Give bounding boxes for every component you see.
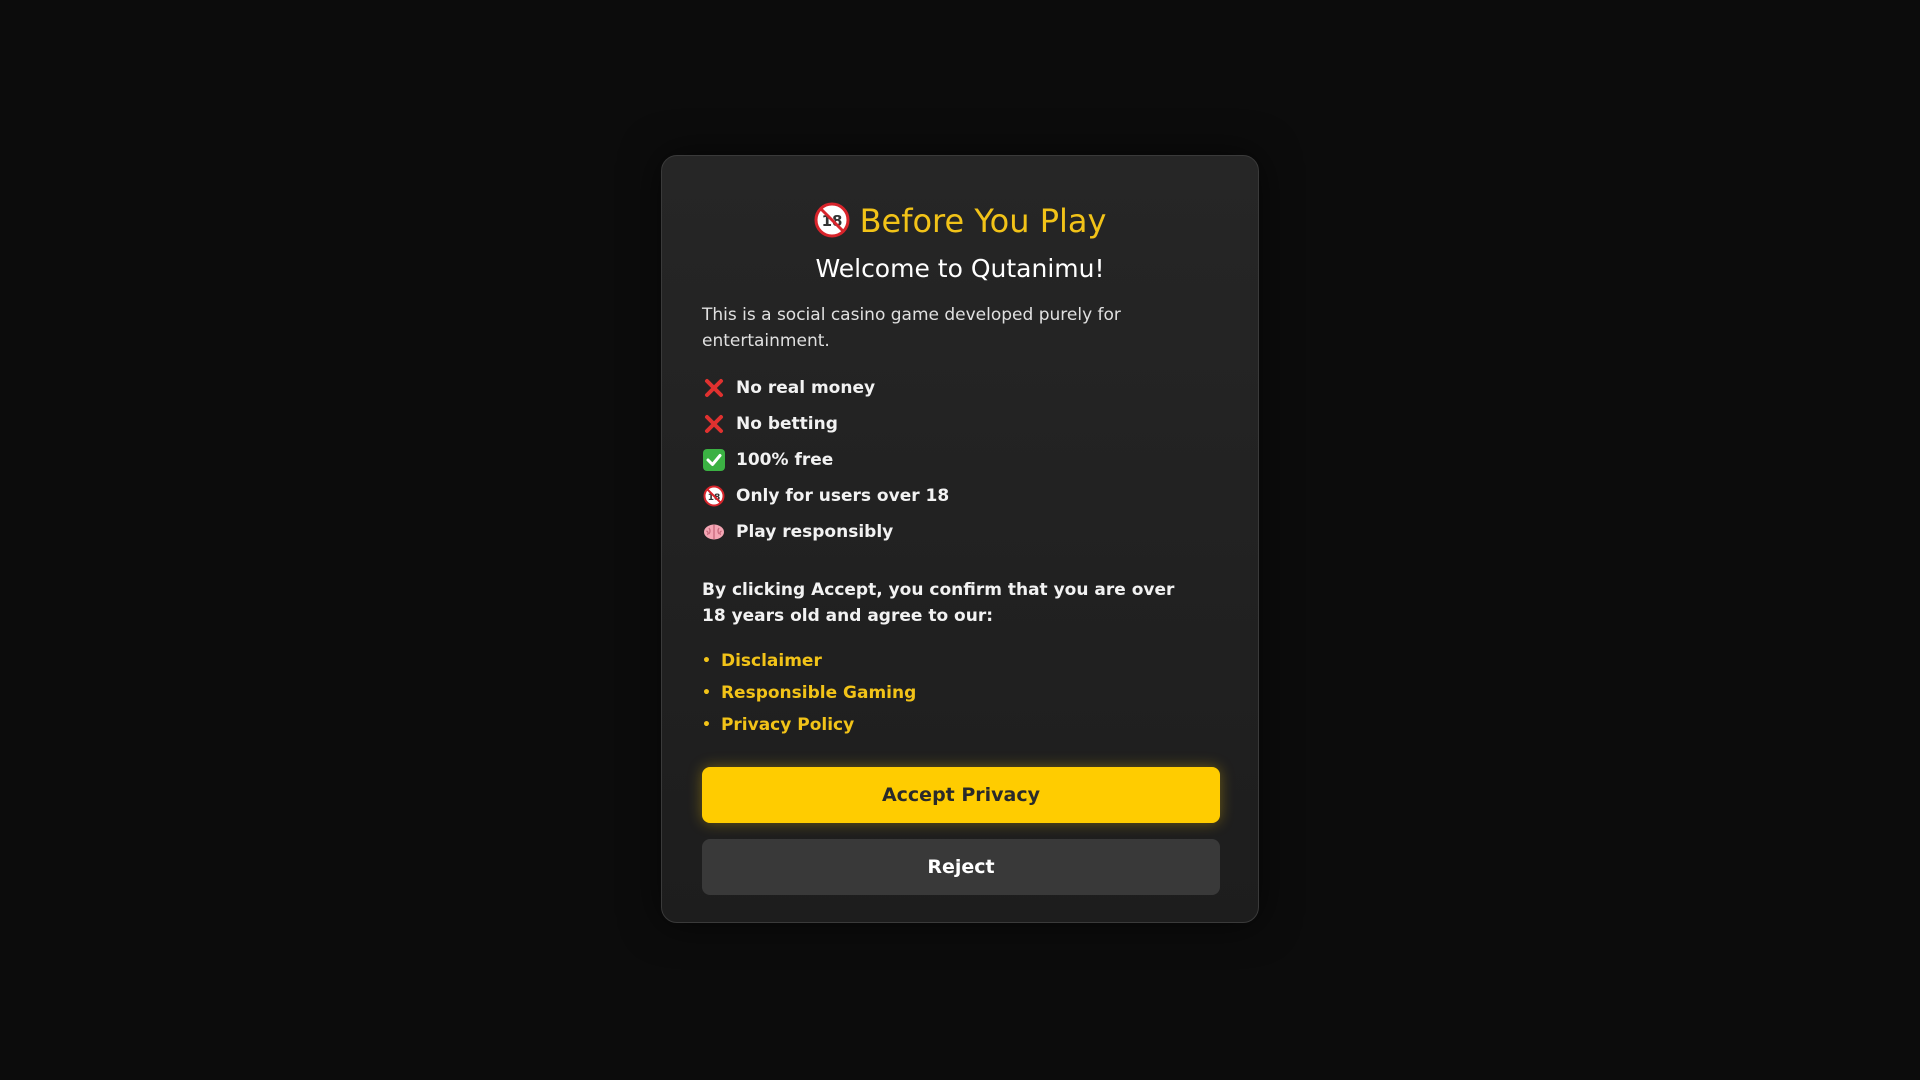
age-gate-modal: 18 Before You Play Welcome to Qutanimu! … [661, 155, 1259, 923]
policy-link-item: • Privacy Policy [702, 709, 1218, 741]
feature-label: Only for users over 18 [736, 486, 950, 506]
policy-links: • Disclaimer • Responsible Gaming • Priv… [702, 645, 1218, 741]
adults-only-18-icon: 18 [814, 202, 850, 252]
bullet-icon: • [702, 685, 711, 701]
bullet-icon: • [702, 653, 711, 669]
adults-only-18-icon: 18 [702, 484, 726, 508]
cross-mark-icon [702, 412, 726, 436]
feature-item: Play responsibly [702, 514, 1218, 550]
feature-label: Play responsibly [736, 522, 894, 542]
feature-list: No real money No betting 100% free 18 On… [702, 370, 1218, 550]
feature-label: 100% free [736, 450, 834, 470]
feature-item: 18 Only for users over 18 [702, 478, 1218, 514]
feature-item: No betting [702, 406, 1218, 442]
disclaimer-link[interactable]: Disclaimer [721, 651, 822, 671]
intro-text: This is a social casino game developed p… [702, 305, 1121, 351]
check-mark-icon [702, 448, 726, 472]
feature-item: 100% free [702, 442, 1218, 478]
feature-label: No betting [736, 414, 838, 434]
privacy-policy-link[interactable]: Privacy Policy [721, 715, 854, 735]
policy-link-item: • Disclaimer [702, 645, 1218, 677]
accept-privacy-button[interactable]: Accept Privacy [702, 767, 1220, 823]
responsible-gaming-link[interactable]: Responsible Gaming [721, 683, 916, 703]
confirm-text: By clicking Accept, you confirm that you… [702, 580, 1175, 626]
modal-title: 18 Before You Play [702, 196, 1218, 246]
reject-button[interactable]: Reject [702, 839, 1220, 895]
feature-item: No real money [702, 370, 1218, 406]
brain-icon [702, 520, 726, 544]
feature-label: No real money [736, 378, 876, 398]
modal-title-text: Before You Play [859, 202, 1107, 240]
cross-mark-icon [702, 376, 726, 400]
policy-link-item: • Responsible Gaming [702, 677, 1218, 709]
bullet-icon: • [702, 717, 711, 733]
welcome-heading: Welcome to Qutanimu! [815, 254, 1105, 283]
